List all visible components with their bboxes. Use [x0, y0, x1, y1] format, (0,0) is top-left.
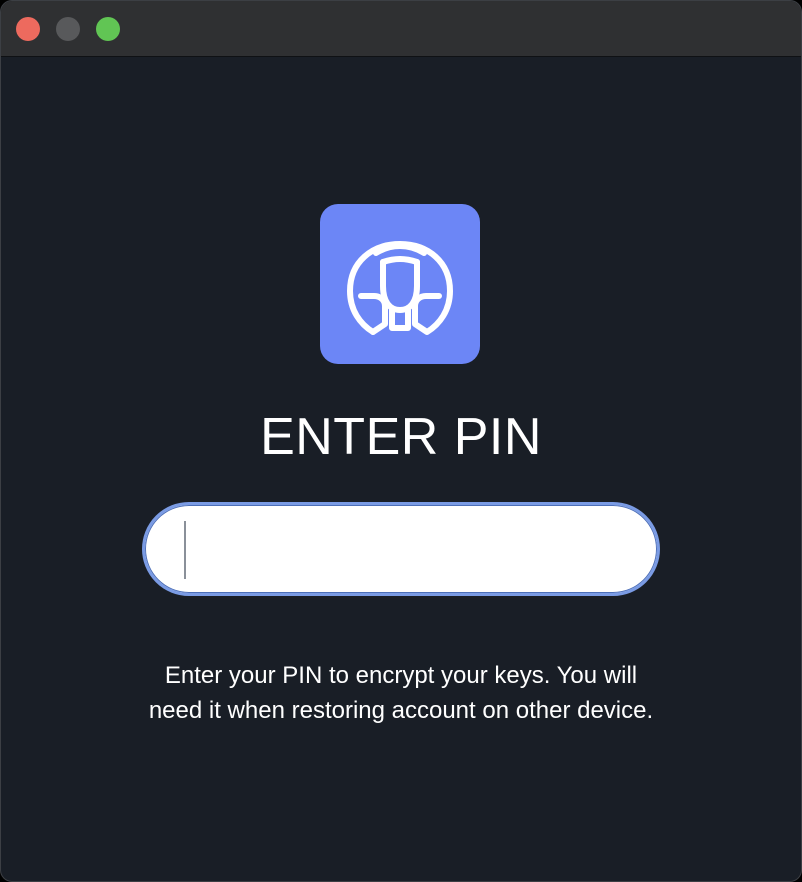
pin-screen: ENTER PIN Enter your PIN to encrypt your…: [1, 57, 801, 881]
app-window: ENTER PIN Enter your PIN to encrypt your…: [0, 0, 802, 882]
title-bar[interactable]: [1, 1, 801, 57]
page-title: ENTER PIN: [260, 408, 542, 466]
app-logo-icon: [320, 204, 480, 364]
maximize-window-button[interactable]: [96, 17, 120, 41]
pharaoh-sphinx-icon: [347, 241, 453, 335]
pin-hint-text: Enter your PIN to encrypt your keys. You…: [148, 662, 654, 724]
pin-input[interactable]: [183, 521, 627, 581]
minimize-window-button[interactable]: [56, 17, 80, 41]
text-cursor: [184, 521, 186, 579]
close-window-button[interactable]: [16, 17, 40, 41]
pin-input-container[interactable]: [142, 502, 660, 596]
